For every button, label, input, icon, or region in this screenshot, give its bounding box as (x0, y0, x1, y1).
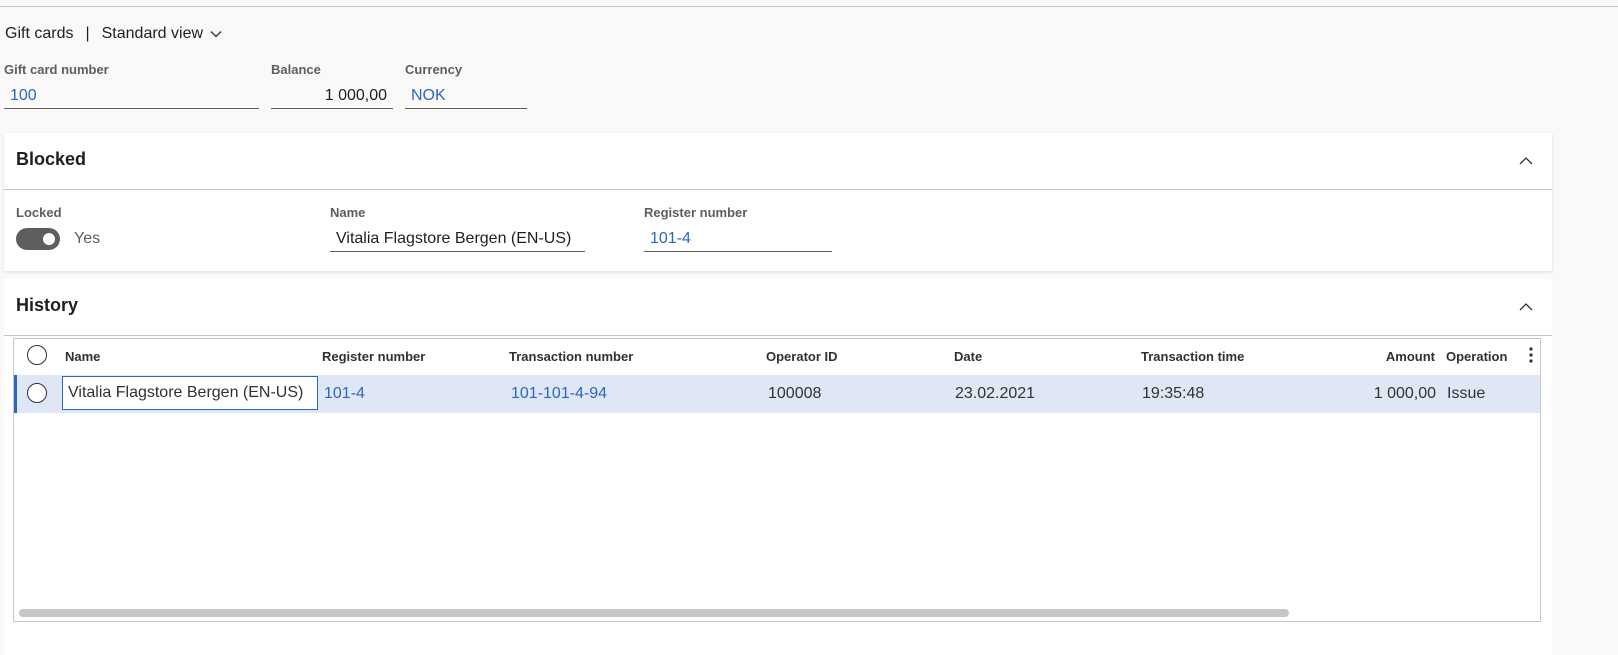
row-operator-cell: 100008 (768, 385, 822, 402)
row-amount-cell: 1 000,00 (1373, 385, 1436, 402)
blocked-name-value[interactable]: Vitalia Flagstore Bergen (EN-US) (330, 226, 585, 252)
chevron-down-icon (210, 31, 222, 38)
view-selector-label: Standard view (101, 25, 204, 42)
blocked-register-value[interactable]: 101-4 (644, 226, 832, 252)
view-selector-button[interactable]: Standard view (102, 25, 223, 43)
locked-value: Yes (74, 230, 101, 247)
balance-value[interactable]: 1 000,00 (271, 83, 393, 109)
gift-card-number-value[interactable]: 100 (4, 83, 259, 109)
col-time-header[interactable]: Transaction time (1141, 349, 1244, 364)
row-transaction-cell[interactable]: 101-101-4-94 (511, 385, 607, 403)
col-name-header[interactable]: Name (65, 349, 100, 364)
blocked-name-field: Name Vitalia Flagstore Bergen (EN-US) (330, 204, 585, 259)
page-header: Gift cards | Standard view (5, 22, 223, 46)
top-divider (0, 6, 1618, 7)
chevron-up-icon[interactable] (1518, 153, 1534, 169)
blocked-name-label: Name (330, 205, 366, 220)
col-amount-header[interactable]: Amount (1386, 349, 1435, 364)
gift-card-number-label: Gift card number (4, 62, 109, 77)
col-transaction-header[interactable]: Transaction number (509, 349, 633, 364)
blocked-section-title: Blocked (16, 149, 87, 169)
col-operation-header[interactable]: Operation (1446, 349, 1507, 364)
history-section-header[interactable]: History (4, 279, 1552, 336)
history-section-title: History (16, 295, 79, 315)
scrollbar-thumb[interactable] (19, 609, 1289, 617)
col-date-header[interactable]: Date (954, 349, 982, 364)
col-register-header[interactable]: Register number (322, 349, 425, 364)
row-select-radio[interactable] (27, 383, 47, 403)
row-time-cell: 19:35:48 (1142, 385, 1205, 402)
gift-card-number-field: Gift card number 100 (4, 61, 259, 116)
blocked-register-field: Register number 101-4 (644, 204, 832, 259)
col-operator-header[interactable]: Operator ID (766, 349, 838, 364)
chevron-up-icon[interactable] (1518, 299, 1534, 315)
table-row[interactable]: Vitalia Flagstore Bergen (EN-US) 101-4 1… (14, 375, 1540, 413)
history-grid: Name Register number Transaction number … (13, 338, 1541, 622)
row-operation-cell: Issue (1447, 385, 1486, 402)
currency-value[interactable]: NOK (405, 83, 527, 109)
balance-label: Balance (271, 62, 321, 77)
row-name-cell[interactable]: Vitalia Flagstore Bergen (EN-US) (62, 376, 318, 410)
locked-label: Locked (16, 205, 62, 220)
title-separator: | (85, 25, 90, 42)
blocked-register-label: Register number (644, 205, 748, 220)
blocked-section-header[interactable]: Blocked (4, 133, 1552, 190)
page-title: Gift cards (5, 25, 74, 42)
horizontal-scrollbar[interactable] (19, 609, 1537, 617)
row-date-cell: 23.02.2021 (955, 385, 1036, 402)
balance-field: Balance 1 000,00 (271, 61, 393, 116)
locked-toggle-group: Yes (16, 228, 100, 250)
select-all-radio[interactable] (27, 345, 47, 365)
currency-field: Currency NOK (405, 61, 527, 116)
row-register-cell[interactable]: 101-4 (324, 385, 365, 403)
more-vertical-icon[interactable] (1526, 345, 1536, 365)
blocked-section: Blocked Locked Yes Name Vitalia Flagstor… (4, 133, 1552, 271)
grid-header: Name Register number Transaction number … (14, 339, 1540, 375)
locked-toggle[interactable] (16, 228, 60, 250)
toggle-knob (43, 233, 55, 245)
currency-label: Currency (405, 62, 463, 77)
